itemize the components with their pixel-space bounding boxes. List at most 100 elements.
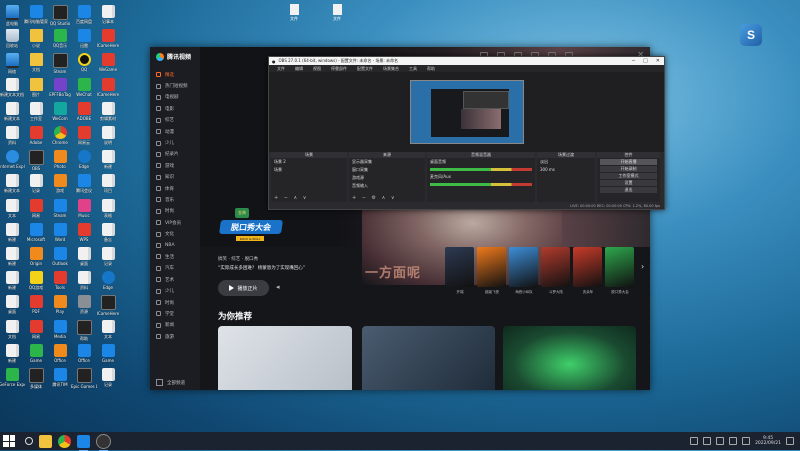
transition-select[interactable]: 淡出 [537, 158, 595, 166]
nav-item-icon [156, 197, 161, 203]
start-streaming-button[interactable]: 开始直播 [600, 159, 657, 165]
desktop-icon-label: 文本 [104, 333, 112, 339]
desktop-icon[interactable]: GeForce Experience [0, 366, 25, 394]
source-item[interactable]: 窗口采集 [349, 166, 425, 174]
minimize-icon[interactable]: ─ [632, 58, 635, 64]
tray-app-icon[interactable] [703, 437, 712, 445]
desktop-icon-label: Edge [102, 285, 114, 291]
start-recording-button[interactable]: 开始录制 [600, 166, 657, 172]
sidebar-item-all-channels[interactable]: 全部频道 [156, 379, 185, 386]
taskbar-chrome-icon[interactable] [58, 434, 71, 448]
sidebar-nav-item[interactable]: 文化 [150, 228, 200, 239]
taskbar-video-app-icon[interactable] [77, 434, 90, 451]
scenes-toolbar[interactable]: + − ∧ ∨ [274, 195, 308, 201]
close-icon[interactable]: ✕ [656, 58, 660, 64]
sidebar-nav-item[interactable]: 时尚 [150, 297, 200, 308]
sidebar-nav-item[interactable]: VIP会员 [150, 217, 200, 228]
volume-icon[interactable] [729, 437, 738, 445]
studio-mode-button[interactable]: 工作室模式 [600, 173, 657, 179]
desktop-app-s-icon[interactable]: S [740, 24, 762, 46]
search-icon[interactable] [25, 437, 33, 445]
nav-item-icon [156, 129, 161, 135]
notification-icon[interactable] [786, 437, 794, 445]
sidebar-nav-item[interactable]: 电影 [150, 103, 200, 114]
sidebar-nav-item[interactable]: 旅游 [150, 331, 200, 342]
sidebar-nav-item[interactable]: 生活 [150, 251, 200, 262]
taskbar-explorer-icon[interactable] [39, 434, 52, 448]
poster-card[interactable]: 脱口秀大会 [605, 247, 634, 294]
sidebar-nav-item[interactable]: 新闻 [150, 320, 200, 331]
sidebar-nav-item[interactable]: 游戏 [150, 160, 200, 171]
obs-menu-item[interactable]: 场景集合 [383, 66, 399, 72]
desktop-file-icon[interactable]: 文件 [325, 4, 349, 22]
desktop-icon[interactable]: 记录 [96, 366, 120, 394]
recommend-card[interactable] [218, 326, 352, 390]
obs-titlebar[interactable]: ● OBS 27.0.1 (64-bit, windows) - 配置文件: 未… [269, 57, 664, 65]
sidebar-nav-item[interactable]: 精选 [150, 69, 200, 80]
transitions-dock: 场景过渡 淡出 300 ms [537, 152, 595, 202]
sidebar-nav-item[interactable]: 知识 [150, 172, 200, 183]
settings-button[interactable]: 设置 [600, 180, 657, 186]
scenes-dock: 场景 场景 2 场景 + − ∧ ∨ [271, 152, 347, 202]
source-item[interactable]: 音频输入 [349, 182, 425, 190]
poster-card[interactable]: 超级飞侠 [477, 247, 506, 294]
scene-item[interactable]: 场景 2 [271, 158, 347, 166]
obs-menu-item[interactable]: 工具 [409, 66, 417, 72]
sidebar-nav-item[interactable]: 体育 [150, 183, 200, 194]
obs-menu-item[interactable]: 文件 [277, 66, 285, 72]
volume-icon[interactable]: ◂ [276, 284, 283, 291]
scene-item[interactable]: 场景 [271, 166, 347, 174]
desktop-icon-label: Photo [54, 164, 66, 170]
play-button[interactable]: 播放正片 [218, 280, 269, 296]
obs-window[interactable]: ● OBS 27.0.1 (64-bit, windows) - 配置文件: 未… [268, 56, 665, 210]
taskbar-obs-icon[interactable] [96, 433, 111, 451]
poster-card[interactable]: 庆余年 [573, 247, 602, 294]
source-item[interactable]: 显示器采集 [349, 158, 425, 166]
sidebar-nav-item[interactable]: 音乐 [150, 194, 200, 205]
doc-icon [77, 247, 91, 260]
nav-item-label: 精选 [165, 72, 174, 78]
obs-menu-item[interactable]: 编辑 [295, 66, 303, 72]
sidebar-nav-item[interactable]: 热门短视频 [150, 80, 200, 91]
tray-chevron-icon[interactable] [690, 437, 699, 445]
sidebar-nav-item[interactable]: 时尚 [150, 206, 200, 217]
obs-menu-item[interactable]: 停靠部件 [331, 66, 347, 72]
poster-card[interactable]: 斗罗大陆 [541, 247, 570, 294]
sidebar-nav-item[interactable]: NBA [150, 240, 200, 251]
clock[interactable]: 9:45 2022/09/21 [755, 436, 781, 447]
desktop-file-icon[interactable]: 文件 [282, 4, 306, 22]
video-app-logo[interactable]: 腾讯视频 [150, 47, 200, 61]
transition-duration[interactable]: 300 ms [537, 166, 595, 173]
obs-preview-canvas[interactable] [410, 80, 524, 144]
recommend-card[interactable] [362, 326, 495, 390]
sidebar-nav-item[interactable]: 少儿 [150, 137, 200, 148]
maximize-icon[interactable]: □ [643, 58, 648, 64]
sidebar-nav-item[interactable]: 综艺 [150, 115, 200, 126]
sources-toolbar[interactable]: + − ⚙ ∧ ∨ [352, 195, 397, 201]
sidebar-nav-item[interactable]: 学堂 [150, 308, 200, 319]
desktop-icon-label: Edge [78, 164, 90, 170]
network-icon[interactable] [716, 437, 725, 445]
poster-card[interactable]: 开端 [445, 247, 474, 294]
doc-icon [101, 222, 115, 236]
obs-menu-item[interactable]: 配置文件 [357, 66, 373, 72]
windows-start-icon[interactable] [3, 435, 15, 447]
exit-button[interactable]: 退出 [600, 187, 657, 193]
nav-item-icon [156, 265, 161, 271]
desktop-icon[interactable]: 多媒体 [24, 366, 48, 394]
sidebar-nav-item[interactable]: 动漫 [150, 126, 200, 137]
obs-menu-item[interactable]: 视图 [313, 66, 321, 72]
poster-card[interactable]: 海底小纵队 [509, 247, 538, 294]
obs-menu-item[interactable]: 帮助 [427, 66, 435, 72]
desktop-icon[interactable]: 腾讯TIM [48, 366, 72, 394]
sidebar-nav-item[interactable]: 少儿 [150, 285, 200, 296]
source-item[interactable]: 游戏源 [349, 174, 425, 182]
sidebar-nav-item[interactable]: 纪录片 [150, 149, 200, 160]
sidebar-nav-item[interactable]: 电视剧 [150, 92, 200, 103]
sidebar-nav-item[interactable]: 艺术 [150, 274, 200, 285]
desktop-icon[interactable]: Epic Games Launcher [71, 366, 97, 394]
sidebar-nav-item[interactable]: 汽车 [150, 263, 200, 274]
input-method-icon[interactable] [742, 437, 751, 445]
recommend-card[interactable] [503, 326, 636, 390]
chevron-right-icon[interactable]: › [641, 262, 644, 271]
